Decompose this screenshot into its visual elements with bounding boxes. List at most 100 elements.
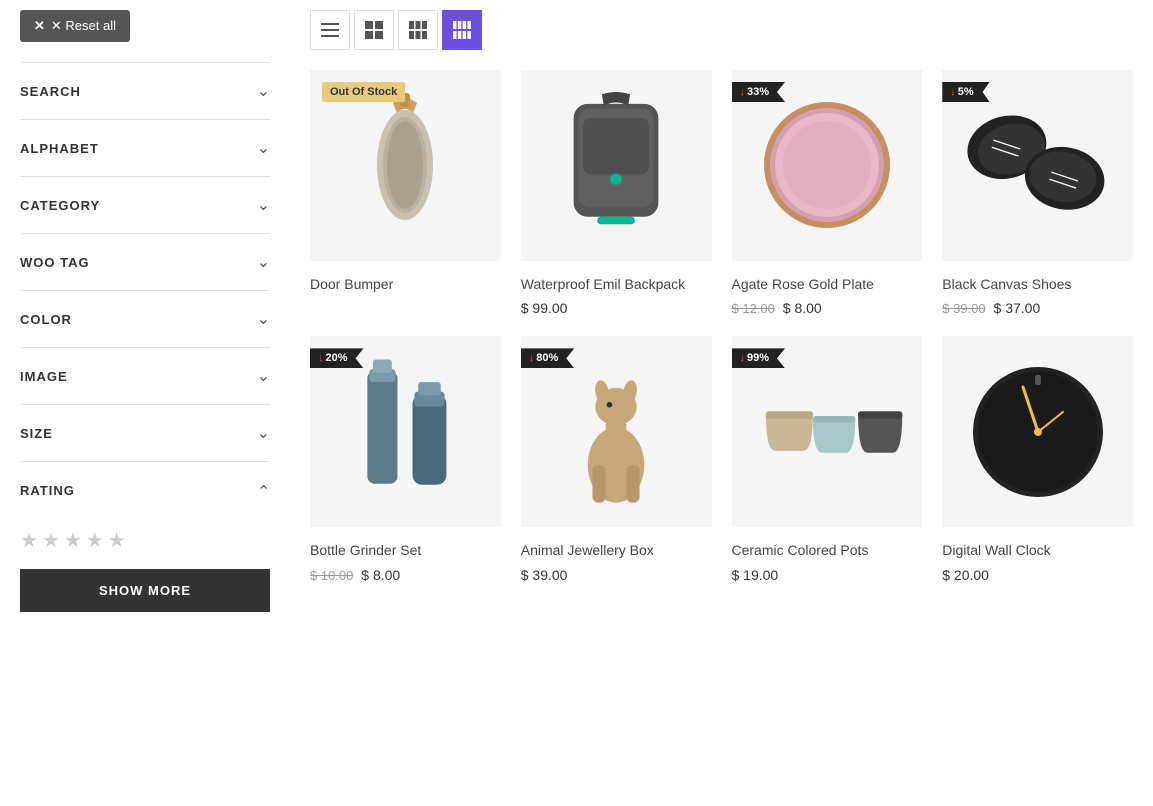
product-grid: Out Of Stock Door Bumper xyxy=(310,70,1133,583)
show-more-label: SHOW MORE xyxy=(99,583,191,598)
list-view-icon xyxy=(321,21,339,39)
pots-image xyxy=(747,372,907,492)
star-4: ★ xyxy=(86,528,104,553)
out-of-stock-badge: Out Of Stock xyxy=(322,82,405,102)
arrow-down-icon: ↓ xyxy=(318,352,324,364)
chevron-down-icon: ⌄ xyxy=(257,195,270,215)
filter-size: SIZE ⌄ xyxy=(20,404,270,461)
star-2: ★ xyxy=(42,528,60,553)
product-price: $ 10.00 $ 8.00 xyxy=(310,567,501,583)
grid4-view-button[interactable] xyxy=(442,10,482,50)
chevron-down-icon: ⌄ xyxy=(257,252,270,272)
product-card: ↓33% Agate Rose Gold Plate $ 12.00 $ 8.0… xyxy=(732,70,923,316)
filter-category-header[interactable]: CATEGORY ⌄ xyxy=(20,177,270,233)
grid2-view-button[interactable] xyxy=(354,10,394,50)
product-card: Digital Wall Clock $ 20.00 xyxy=(942,336,1133,582)
product-price: $ 20.00 xyxy=(942,567,1133,583)
product-card: Out Of Stock Door Bumper xyxy=(310,70,501,316)
shoes-image xyxy=(958,95,1118,235)
grid2-view-icon xyxy=(365,21,383,39)
filter-rating-label: RATING xyxy=(20,483,75,498)
filter-size-label: SIZE xyxy=(20,426,53,441)
product-name[interactable]: Digital Wall Clock xyxy=(942,541,1133,561)
product-name[interactable]: Animal Jewellery Box xyxy=(521,541,712,561)
door-bumper-image xyxy=(345,85,465,245)
chevron-down-icon: ⌄ xyxy=(257,366,270,386)
clock-image xyxy=(963,357,1113,507)
filter-image: IMAGE ⌄ xyxy=(20,347,270,404)
arrow-down-icon: ↓ xyxy=(950,86,956,98)
filter-image-header[interactable]: IMAGE ⌄ xyxy=(20,348,270,404)
grid4-view-icon xyxy=(453,21,471,39)
discount-badge: ↓5% xyxy=(942,82,989,102)
star-rating[interactable]: ★ ★ ★ ★ ★ xyxy=(20,528,270,553)
filter-search-header[interactable]: SEARCH ⌄ xyxy=(20,63,270,119)
filter-color-header[interactable]: COLOR ⌄ xyxy=(20,291,270,347)
filter-alphabet-header[interactable]: ALPHABET ⌄ xyxy=(20,120,270,176)
filter-rating-header[interactable]: RATING ⌄ xyxy=(20,462,270,518)
product-card: ↓20% Bottle Grinder Set xyxy=(310,336,501,582)
filter-rating: RATING ⌄ ★ ★ ★ ★ ★ SHOW MORE xyxy=(20,461,270,622)
filter-woo-tag: WOO TAG ⌄ xyxy=(20,233,270,290)
filter-search-label: SEARCH xyxy=(20,84,81,99)
product-name[interactable]: Ceramic Colored Pots xyxy=(732,541,923,561)
price-current: $ 8.00 xyxy=(783,300,822,316)
arrow-down-icon: ↓ xyxy=(740,352,746,364)
grinder-image xyxy=(335,352,475,512)
chevron-down-icon: ⌄ xyxy=(257,309,270,329)
product-price: $ 39.00 xyxy=(521,567,712,583)
filter-search: SEARCH ⌄ xyxy=(20,62,270,119)
product-image-door-bumper: Out Of Stock xyxy=(310,70,501,261)
price-original: $ 39.00 xyxy=(942,301,985,316)
sidebar: ✕ ✕ Reset all SEARCH ⌄ ALPHABET ⌄ CATEGO… xyxy=(0,0,290,806)
product-card: ↓99% Cera xyxy=(732,336,923,582)
main-content: Out Of Stock Door Bumper xyxy=(290,0,1153,806)
chevron-down-icon: ⌄ xyxy=(257,81,270,101)
filter-alphabet: ALPHABET ⌄ xyxy=(20,119,270,176)
filter-alphabet-label: ALPHABET xyxy=(20,141,99,156)
backpack-image xyxy=(541,85,691,245)
product-image-plate: ↓33% xyxy=(732,70,923,261)
discount-badge: ↓99% xyxy=(732,348,786,368)
product-card: Waterproof Emil Backpack $ 99.00 xyxy=(521,70,712,316)
product-name[interactable]: Agate Rose Gold Plate xyxy=(732,275,923,295)
grid3-view-icon xyxy=(409,21,427,39)
filter-size-header[interactable]: SIZE ⌄ xyxy=(20,405,270,461)
price-single: $ 20.00 xyxy=(942,567,989,583)
product-image-clock xyxy=(942,336,1133,527)
chevron-up-icon: ⌄ xyxy=(257,480,270,500)
product-name[interactable]: Black Canvas Shoes xyxy=(942,275,1133,295)
star-5: ★ xyxy=(108,528,126,553)
filter-image-label: IMAGE xyxy=(20,369,68,384)
star-3: ★ xyxy=(64,528,82,553)
price-current: $ 8.00 xyxy=(361,567,400,583)
product-price: $ 39.00 $ 37.00 xyxy=(942,300,1133,316)
star-1: ★ xyxy=(20,528,38,553)
price-original: $ 10.00 xyxy=(310,568,353,583)
filter-category: CATEGORY ⌄ xyxy=(20,176,270,233)
show-more-button[interactable]: SHOW MORE xyxy=(20,569,270,612)
product-image-pots: ↓99% xyxy=(732,336,923,527)
product-card: ↓5% Black xyxy=(942,70,1133,316)
product-name[interactable]: Waterproof Emil Backpack xyxy=(521,275,712,295)
close-icon: ✕ xyxy=(34,18,45,34)
filter-woo-tag-label: WOO TAG xyxy=(20,255,90,270)
price-single: $ 99.00 xyxy=(521,300,568,316)
list-view-button[interactable] xyxy=(310,10,350,50)
plate-image xyxy=(752,90,902,240)
filter-woo-tag-header[interactable]: WOO TAG ⌄ xyxy=(20,234,270,290)
price-original: $ 12.00 xyxy=(732,301,775,316)
grid3-view-button[interactable] xyxy=(398,10,438,50)
product-name[interactable]: Bottle Grinder Set xyxy=(310,541,501,561)
chevron-down-icon: ⌄ xyxy=(257,423,270,443)
price-current: $ 37.00 xyxy=(994,300,1041,316)
product-name[interactable]: Door Bumper xyxy=(310,275,501,295)
product-price: $ 19.00 xyxy=(732,567,923,583)
view-toggles xyxy=(310,10,1133,50)
product-price: $ 12.00 $ 8.00 xyxy=(732,300,923,316)
reset-all-label: ✕ Reset all xyxy=(51,18,116,34)
reset-all-button[interactable]: ✕ ✕ Reset all xyxy=(20,10,130,42)
filter-color-label: COLOR xyxy=(20,312,72,327)
product-image-backpack xyxy=(521,70,712,261)
rating-stars-section: ★ ★ ★ ★ ★ SHOW MORE xyxy=(20,518,270,622)
